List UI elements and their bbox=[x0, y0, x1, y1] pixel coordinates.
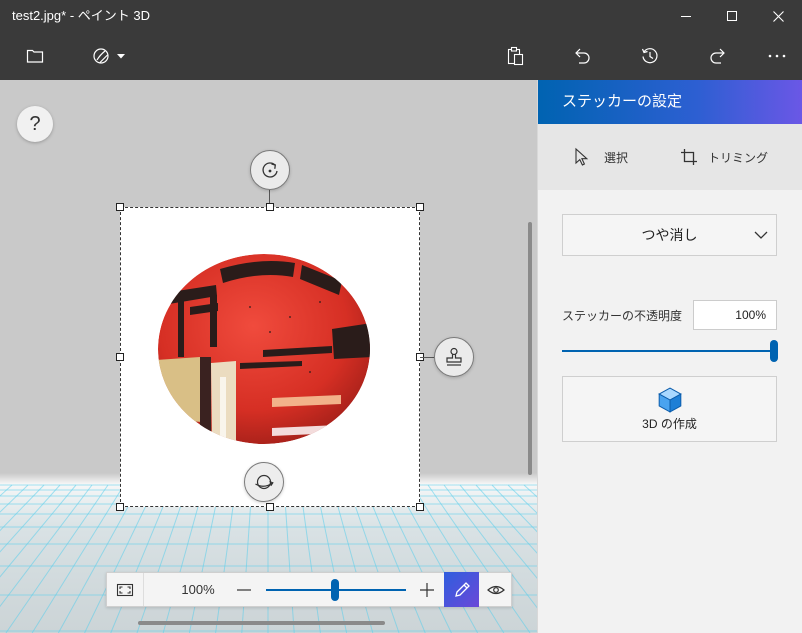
window-title: test2.jpg* - ペイント 3D bbox=[12, 8, 150, 23]
zoom-level: 100% bbox=[181, 582, 215, 597]
opacity-slider[interactable] bbox=[562, 340, 778, 362]
stamp-handle-connector bbox=[420, 357, 434, 358]
more-icon bbox=[768, 54, 786, 58]
vertical-scrollbar[interactable] bbox=[528, 222, 532, 475]
maximize-icon bbox=[727, 11, 737, 21]
stamp-icon bbox=[446, 347, 462, 366]
resize-handle-bottom-right[interactable] bbox=[416, 503, 424, 511]
select-tool-label: 選択 bbox=[604, 150, 629, 165]
eye-icon bbox=[487, 585, 505, 594]
resize-handle-top[interactable] bbox=[266, 203, 274, 211]
zoom-out-button[interactable] bbox=[234, 573, 254, 606]
rotate-icon bbox=[262, 162, 278, 178]
paste-button[interactable] bbox=[495, 36, 535, 76]
opacity-slider-track[interactable] bbox=[562, 350, 778, 352]
maximize-button[interactable] bbox=[709, 0, 755, 32]
canvas-area[interactable]: ? 100% bbox=[0, 80, 537, 633]
rotate-3d-icon bbox=[255, 474, 274, 490]
opacity-slider-thumb[interactable] bbox=[770, 340, 778, 362]
rotate-handle[interactable] bbox=[250, 150, 290, 190]
minimize-icon bbox=[681, 16, 691, 17]
history-icon bbox=[641, 48, 658, 64]
zoom-bar: 100% bbox=[106, 572, 512, 607]
sticker-selection[interactable] bbox=[116, 150, 474, 511]
zoom-in-icon bbox=[420, 582, 434, 597]
resize-handle-top-right[interactable] bbox=[416, 203, 424, 211]
minimize-button[interactable] bbox=[663, 0, 709, 32]
close-icon bbox=[772, 10, 784, 22]
sticker-settings-panel: ステッカーの設定 選択 トリミング つや消し ステッカーの不透明度 100% 3… bbox=[537, 80, 802, 633]
rotate-3d-handle[interactable] bbox=[244, 462, 284, 502]
title-bar: test2.jpg* - ペイント 3D bbox=[0, 0, 802, 32]
opacity-label: ステッカーの不透明度 bbox=[562, 309, 683, 323]
redo-button[interactable] bbox=[697, 36, 737, 76]
resize-handle-top-left[interactable] bbox=[116, 203, 124, 211]
tool-selector-button[interactable] bbox=[86, 36, 130, 76]
select-tool[interactable]: 選択 bbox=[572, 124, 628, 190]
make-3d-button[interactable]: 3D の作成 bbox=[562, 376, 777, 442]
horizontal-scrollbar[interactable] bbox=[138, 621, 385, 625]
undo-icon bbox=[575, 48, 590, 64]
pencil-icon bbox=[454, 581, 470, 597]
resize-handle-bottom[interactable] bbox=[266, 503, 274, 511]
zoom-slider-thumb[interactable] bbox=[330, 579, 339, 601]
crop-icon bbox=[681, 149, 697, 165]
history-button[interactable] bbox=[630, 36, 670, 76]
cube-icon bbox=[658, 387, 682, 413]
fit-to-screen-button[interactable] bbox=[107, 573, 144, 606]
crop-tool[interactable]: トリミング bbox=[680, 124, 768, 190]
undo-button[interactable] bbox=[563, 36, 603, 76]
panel-title: ステッカーの設定 bbox=[538, 80, 802, 124]
redo-icon bbox=[710, 48, 725, 64]
rotate-handle-connector bbox=[269, 190, 270, 203]
sticker-tool-icon bbox=[92, 48, 109, 64]
stamp-button[interactable] bbox=[434, 337, 474, 377]
zoom-slider[interactable] bbox=[266, 579, 406, 601]
toolbar bbox=[0, 32, 802, 80]
resize-handle-bottom-left[interactable] bbox=[116, 503, 124, 511]
chevron-down-icon bbox=[116, 53, 125, 58]
crop-tool-label: トリミング bbox=[708, 150, 769, 165]
resize-handle-left[interactable] bbox=[116, 353, 124, 361]
more-button[interactable] bbox=[757, 36, 797, 76]
draw-mode-button[interactable] bbox=[444, 572, 479, 607]
folder-icon bbox=[26, 49, 44, 63]
close-button[interactable] bbox=[755, 0, 801, 32]
menu-button[interactable] bbox=[15, 36, 55, 76]
zoom-out-icon bbox=[237, 588, 251, 591]
finish-selected-value: つや消し bbox=[641, 227, 698, 243]
panel-tools: 選択 トリミング bbox=[538, 124, 802, 190]
zoom-in-button[interactable] bbox=[417, 573, 437, 606]
view-mode-button[interactable] bbox=[485, 573, 507, 606]
cursor-icon bbox=[575, 147, 589, 166]
opacity-input[interactable]: 100% bbox=[693, 300, 777, 330]
make-3d-label: 3D の作成 bbox=[642, 417, 697, 431]
fit-to-screen-icon bbox=[116, 583, 134, 596]
paste-icon bbox=[507, 46, 524, 66]
help-button[interactable]: ? bbox=[17, 106, 53, 142]
chevron-down-icon bbox=[754, 231, 768, 239]
finish-dropdown[interactable]: つや消し bbox=[562, 214, 777, 256]
